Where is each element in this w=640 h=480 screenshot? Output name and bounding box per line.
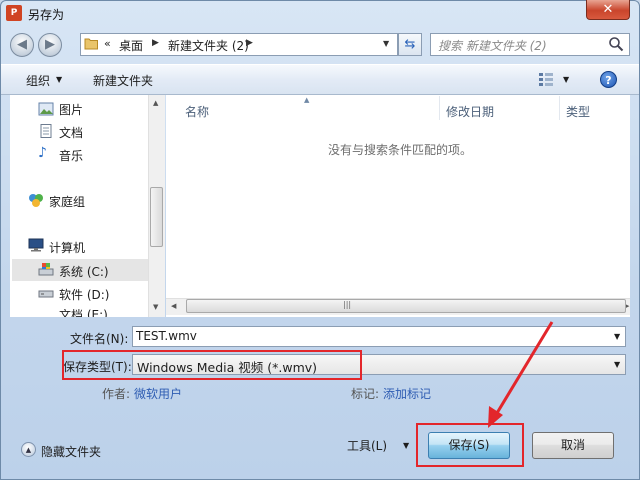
- annotation-arrow-icon: [488, 321, 554, 428]
